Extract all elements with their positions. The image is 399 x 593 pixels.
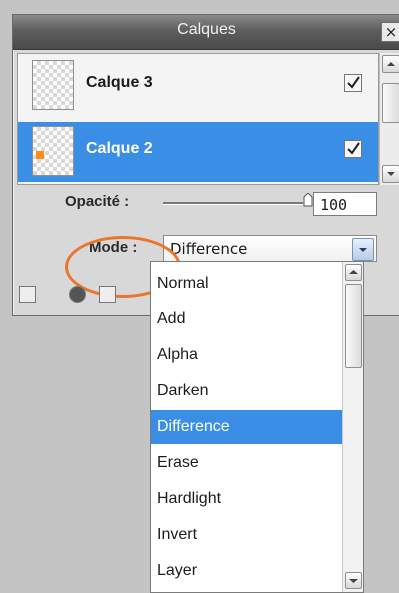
slider-handle-icon[interactable] xyxy=(303,193,313,207)
checkmark-icon xyxy=(347,76,360,89)
scroll-thumb[interactable] xyxy=(345,284,362,368)
new-layer-icon[interactable] xyxy=(99,286,116,303)
mode-option-layer[interactable]: Layer xyxy=(151,554,343,588)
mode-select[interactable]: Difference xyxy=(163,235,377,262)
layer-thumbnail xyxy=(32,60,74,110)
layer-list: Calque 3 Calque 2 xyxy=(17,53,379,185)
mask-icon[interactable] xyxy=(69,286,86,303)
mode-option-normal[interactable]: Normal xyxy=(151,267,343,301)
scroll-up-icon[interactable] xyxy=(345,264,362,281)
visibility-checkbox[interactable] xyxy=(344,140,362,158)
opacity-label: Opacité : xyxy=(65,193,130,210)
layer-thumbnail xyxy=(32,126,74,176)
scroll-thumb[interactable] xyxy=(382,83,399,123)
opacity-input[interactable]: 100 xyxy=(313,192,377,216)
layer-list-scrollbar[interactable] xyxy=(379,53,399,185)
mode-option-erase[interactable]: Erase xyxy=(151,446,343,480)
layer-name: Calque 3 xyxy=(86,74,153,91)
mode-option-add[interactable]: Add xyxy=(151,302,343,336)
checkmark-icon xyxy=(347,142,360,155)
layer-options-icon[interactable] xyxy=(19,286,36,303)
mode-dropdown-list: Normal Add Alpha Darken Difference Erase… xyxy=(150,261,364,593)
scroll-down-icon[interactable] xyxy=(382,165,399,183)
opacity-slider[interactable] xyxy=(163,202,303,205)
layer-name: Calque 2 xyxy=(86,140,153,157)
chevron-down-icon[interactable] xyxy=(352,238,374,261)
mode-option-difference[interactable]: Difference xyxy=(151,410,343,444)
scroll-down-icon[interactable] xyxy=(345,572,362,589)
mode-option-invert[interactable]: Invert xyxy=(151,518,343,552)
mode-value: Difference xyxy=(170,240,248,258)
mode-option-hardlight[interactable]: Hardlight xyxy=(151,482,343,516)
panel-title: Calques xyxy=(177,21,236,38)
scroll-up-icon[interactable] xyxy=(382,55,399,73)
close-icon[interactable]: × xyxy=(381,22,399,42)
panel-titlebar[interactable]: Calques × xyxy=(13,15,399,50)
layer-item-calque-3[interactable]: Calque 3 xyxy=(18,56,378,116)
panel-footer-icons xyxy=(19,283,159,307)
mode-option-alpha[interactable]: Alpha xyxy=(151,338,343,372)
visibility-checkbox[interactable] xyxy=(344,74,362,92)
dropdown-scrollbar[interactable] xyxy=(342,262,363,592)
layer-item-calque-2[interactable]: Calque 2 xyxy=(18,122,378,182)
mode-option-darken[interactable]: Darken xyxy=(151,374,343,408)
